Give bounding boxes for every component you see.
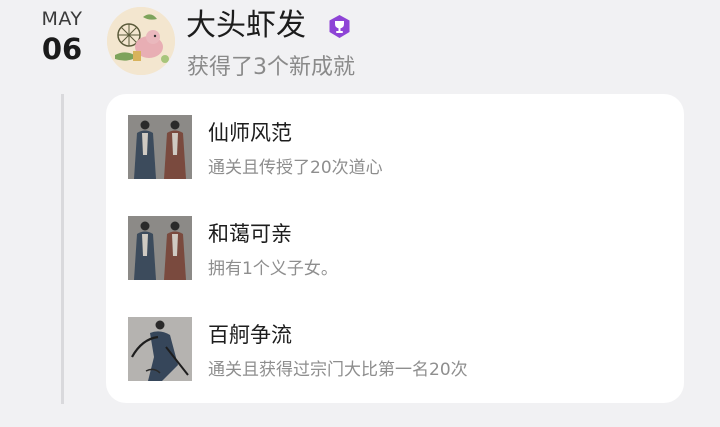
achievement-item[interactable]: 百舸争流 通关且获得过宗门大比第一名20次: [106, 317, 684, 387]
timeline-line: [61, 94, 64, 404]
trophy-badge-icon: [327, 14, 352, 39]
achievement-description: 通关且获得过宗门大比第一名20次: [208, 360, 468, 380]
two-robed-figures-icon: [128, 216, 192, 280]
achievement-title: 百舸争流: [208, 323, 292, 347]
achievement-summary: 获得了3个新成就: [187, 55, 355, 80]
avatar[interactable]: [107, 7, 175, 75]
achievement-title: 仙师风范: [208, 121, 292, 145]
date-month: MAY: [41, 8, 83, 30]
achievement-description: 拥有1个义子女。: [208, 259, 338, 279]
achievements-card: 仙师风范 通关且传授了20次道心 和蔼可亲 拥有1个义子女。 百舸争流 通关且获…: [106, 94, 684, 403]
two-robed-figures-icon: [128, 115, 192, 179]
swordsman-icon: [128, 317, 192, 381]
date-day: 06: [41, 32, 83, 66]
user-name[interactable]: 大头虾发: [186, 6, 306, 46]
achievement-title: 和蔼可亲: [208, 222, 292, 246]
achievement-description: 通关且传授了20次道心: [208, 158, 383, 178]
achievement-item[interactable]: 和蔼可亲 拥有1个义子女。: [106, 216, 684, 286]
achievement-item[interactable]: 仙师风范 通关且传授了20次道心: [106, 115, 684, 185]
